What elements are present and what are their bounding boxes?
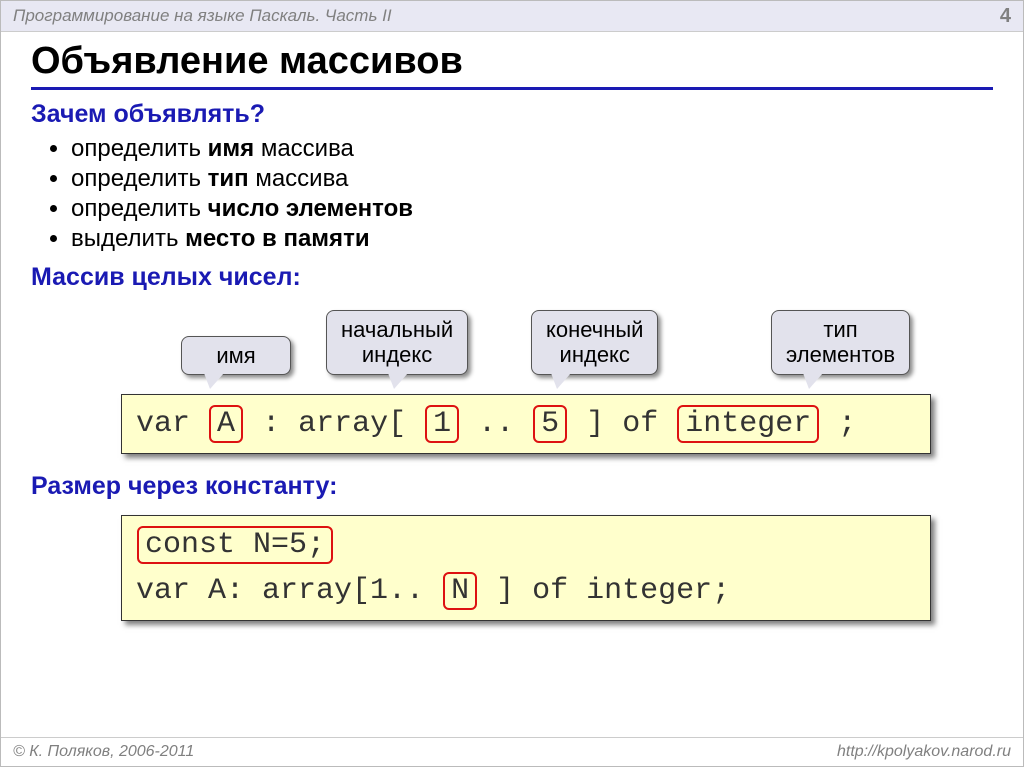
- slide-body: Объявление массивов Зачем объявлять? опр…: [1, 32, 1023, 621]
- code-box-1: var A : array[ 1 .. 5 ] of integer ;: [121, 394, 931, 454]
- header-bar: Программирование на языке Паскаль. Часть…: [1, 1, 1023, 32]
- code-box-2: const N=5; var A: array[1.. N ] of integ…: [121, 515, 931, 621]
- list-item: определить тип массива: [71, 165, 993, 193]
- hl-elem-type: integer: [677, 405, 819, 443]
- callouts-row: имя начальный индекс конечный индекс тип…: [31, 310, 993, 390]
- title-underline: [31, 87, 993, 90]
- page-number: 4: [1000, 5, 1011, 28]
- bullet-list: определить имя массива определить тип ма…: [71, 135, 993, 253]
- code-line: var A: array[1.. N ] of integer;: [136, 572, 916, 610]
- section2-title: Массив целых чисел:: [31, 263, 993, 292]
- footer-copyright: © К. Поляков, 2006-2011: [13, 743, 194, 761]
- footer-bar: © К. Поляков, 2006-2011 http://kpolyakov…: [1, 737, 1023, 766]
- code-line: const N=5;: [136, 526, 916, 564]
- list-item: определить имя массива: [71, 135, 993, 163]
- section1-title: Зачем объявлять?: [31, 100, 993, 129]
- hl-array-name: A: [209, 405, 243, 443]
- callout-name: имя: [181, 336, 291, 375]
- slide-title: Объявление массивов: [31, 40, 993, 83]
- hl-end-index: 5: [533, 405, 567, 443]
- list-item: выделить место в памяти: [71, 225, 993, 253]
- slide: Программирование на языке Паскаль. Часть…: [0, 0, 1024, 767]
- list-item: определить число элементов: [71, 195, 993, 223]
- hl-const-n: N: [443, 572, 477, 610]
- hl-start-index: 1: [425, 405, 459, 443]
- callout-end-index: конечный индекс: [531, 310, 658, 375]
- section3-title: Размер через константу:: [31, 472, 993, 501]
- footer-url: http://kpolyakov.narod.ru: [837, 743, 1011, 761]
- hl-const-decl: const N=5;: [137, 526, 333, 564]
- callout-start-index: начальный индекс: [326, 310, 468, 375]
- code-line: var A : array[ 1 .. 5 ] of integer ;: [136, 405, 916, 443]
- callout-elem-type: тип элементов: [771, 310, 910, 375]
- header-title: Программирование на языке Паскаль. Часть…: [13, 6, 392, 26]
